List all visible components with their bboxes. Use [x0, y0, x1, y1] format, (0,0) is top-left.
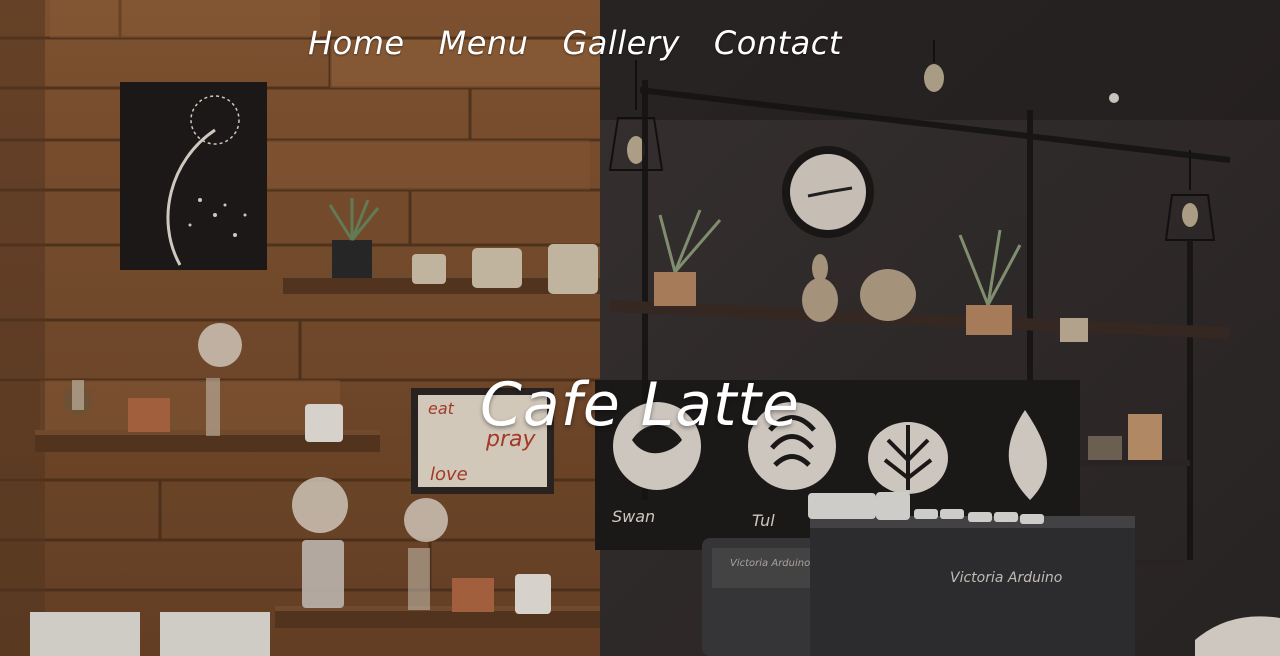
hero-background-image: eat pray love Swan Tul Victoria Arduino …: [0, 0, 1280, 656]
nav-contact-link[interactable]: Contact: [714, 24, 842, 62]
hero-section: eat pray love Swan Tul Victoria Arduino …: [0, 0, 1280, 656]
hero-title: Cafe Latte: [480, 370, 800, 441]
main-nav: Home Menu Gallery Contact: [0, 24, 1280, 62]
nav-menu-link[interactable]: Menu: [439, 24, 529, 62]
nav-home-link[interactable]: Home: [308, 24, 405, 62]
nav-gallery-link[interactable]: Gallery: [562, 24, 679, 62]
